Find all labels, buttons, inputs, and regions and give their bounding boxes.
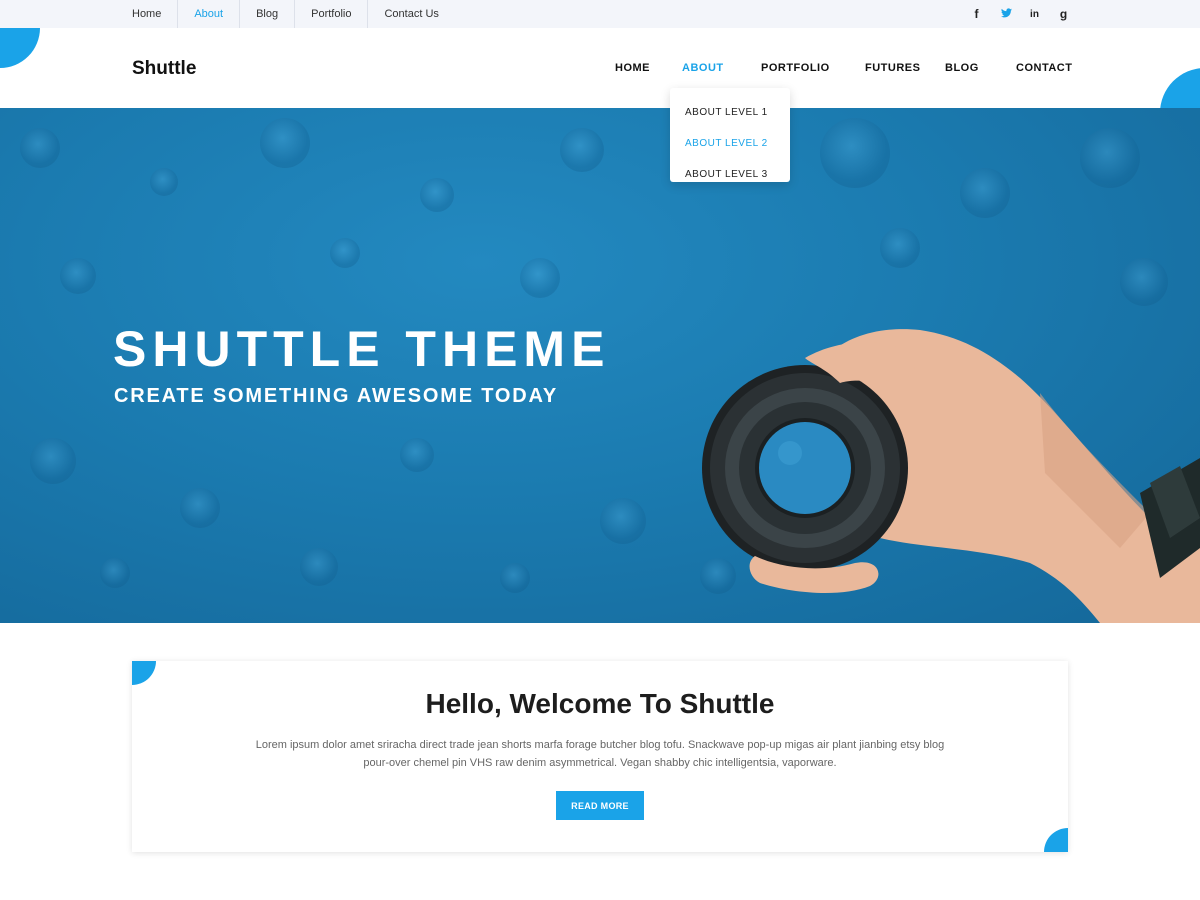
welcome-title: Hello, Welcome To Shuttle <box>425 688 775 719</box>
nav-home[interactable]: HOME <box>615 62 650 74</box>
nav-about[interactable]: ABOUT <box>682 62 724 74</box>
nav-blog[interactable]: BLOG <box>945 62 979 74</box>
welcome-card: Hello, Welcome To Shuttle Lorem ipsum do… <box>132 661 1068 852</box>
hero-title: SHUTTLE THEME <box>113 321 611 377</box>
facebook-icon[interactable]: f <box>972 7 981 21</box>
hero-banner: SHUTTLE THEME CREATE SOMETHING AWESOME T… <box>0 108 1200 623</box>
read-more-button[interactable]: READ MORE <box>556 791 644 820</box>
dropdown-item-about-level-3[interactable]: ABOUT LEVEL 3 <box>670 159 790 190</box>
top-nav-portfolio[interactable]: Portfolio <box>294 0 367 28</box>
top-nav-home[interactable]: Home <box>132 0 177 28</box>
dropdown-item-about-level-1[interactable]: ABOUT LEVEL 1 <box>670 97 790 128</box>
google-icon[interactable]: g <box>1059 7 1068 21</box>
welcome-text: Lorem ipsum dolor amet sriracha direct t… <box>255 739 945 769</box>
about-dropdown-menu: ABOUT LEVEL 1 ABOUT LEVEL 2 ABOUT LEVEL … <box>670 88 790 182</box>
twitter-icon[interactable] <box>1001 7 1012 21</box>
nav-portfolio[interactable]: PORTFOLIO <box>761 62 830 74</box>
top-nav-blog[interactable]: Blog <box>239 0 294 28</box>
nav-futures[interactable]: FUTURES <box>865 62 920 74</box>
top-nav-contact-us[interactable]: Contact Us <box>367 0 454 28</box>
top-nav: Home About Blog Portfolio Contact Us <box>132 0 455 28</box>
decor-circle-card-top-left <box>132 661 156 685</box>
top-nav-about[interactable]: About <box>177 0 239 28</box>
hand-holding-lens-image <box>702 329 1200 623</box>
site-header: Shuttle HOME ABOUT PORTFOLIO FUTURES BLO… <box>0 28 1200 108</box>
dropdown-item-about-level-2[interactable]: ABOUT LEVEL 2 <box>670 128 790 159</box>
nav-contact[interactable]: CONTACT <box>1016 62 1072 74</box>
hero-subtitle: CREATE SOMETHING AWESOME TODAY <box>114 385 559 407</box>
main-nav: HOME ABOUT PORTFOLIO FUTURES BLOG CONTAC… <box>0 62 1200 76</box>
top-bar: Home About Blog Portfolio Contact Us f i… <box>0 0 1200 28</box>
decor-circle-card-bottom-right <box>1044 828 1068 852</box>
social-links: f in g <box>972 0 1068 28</box>
linkedin-icon[interactable]: in <box>1030 9 1039 20</box>
camera-lens <box>702 365 908 571</box>
